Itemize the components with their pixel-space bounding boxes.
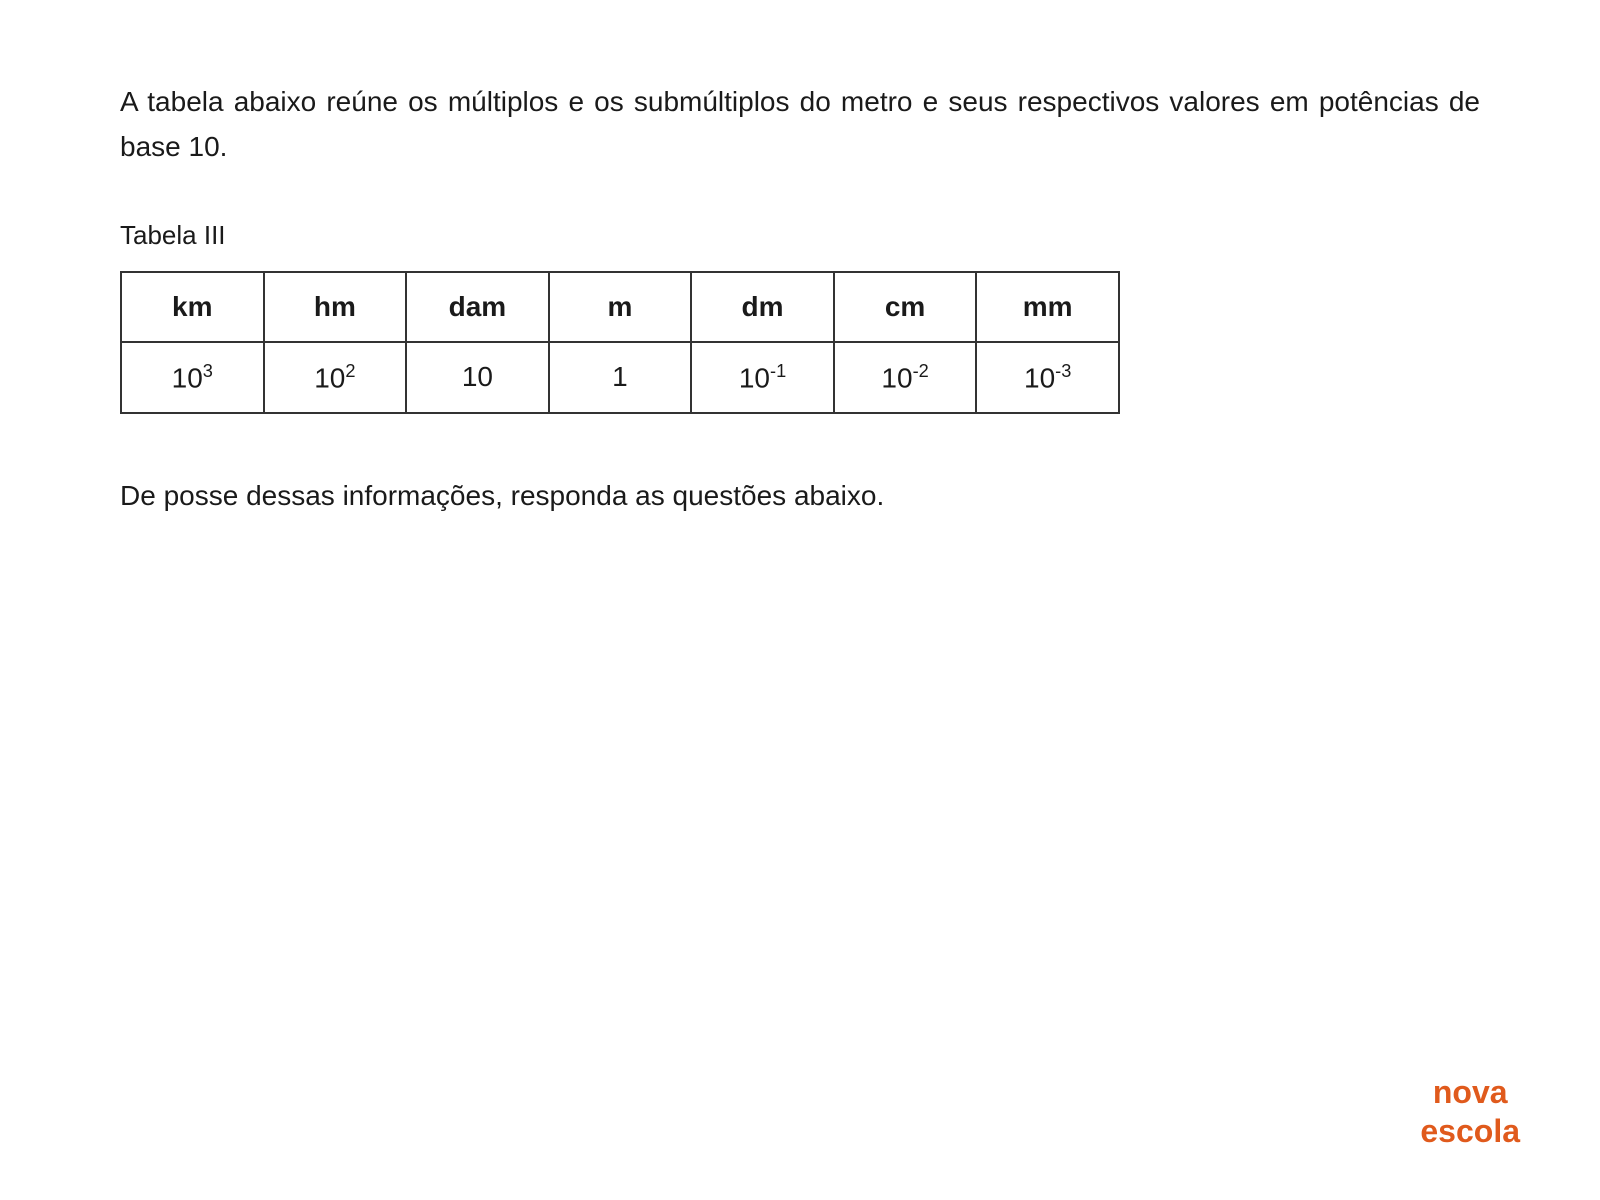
intro-paragraph: A tabela abaixo reúne os múltiplos e os … — [120, 80, 1480, 170]
col-header-mm: mm — [976, 272, 1119, 342]
cell-hm: 102 — [264, 342, 407, 413]
cell-dm: 10-1 — [691, 342, 834, 413]
col-header-cm: cm — [834, 272, 977, 342]
col-header-km: km — [121, 272, 264, 342]
col-header-hm: hm — [264, 272, 407, 342]
cell-m: 1 — [549, 342, 692, 413]
cell-mm: 10-3 — [976, 342, 1119, 413]
conclusion-paragraph: De posse dessas informações, responda as… — [120, 474, 1480, 519]
table-header-row: km hm dam m dm cm mm — [121, 272, 1119, 342]
brand-line1: nova — [1433, 1074, 1508, 1110]
cell-cm: 10-2 — [834, 342, 977, 413]
branding-logo: nova escola — [1420, 1073, 1520, 1150]
cell-dam: 10 — [406, 342, 549, 413]
brand-line2: escola — [1420, 1113, 1520, 1149]
col-header-dm: dm — [691, 272, 834, 342]
table-data-row: 103 102 10 1 10-1 10-2 10-3 — [121, 342, 1119, 413]
main-content: A tabela abaixo reúne os múltiplos e os … — [0, 0, 1600, 599]
col-header-m: m — [549, 272, 692, 342]
cell-km: 103 — [121, 342, 264, 413]
measurement-table: km hm dam m dm cm mm 103 102 10 1 10-1 1… — [120, 271, 1120, 414]
table-label: Tabela III — [120, 220, 1480, 251]
col-header-dam: dam — [406, 272, 549, 342]
